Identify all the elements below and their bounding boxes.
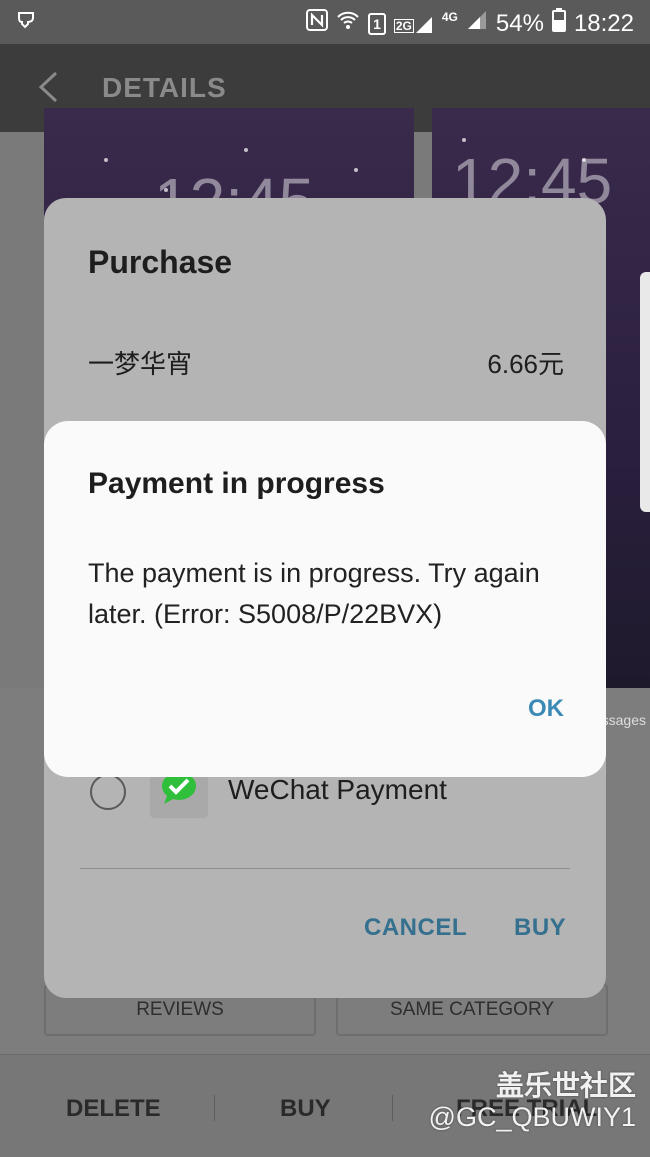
dialog-divider [80, 868, 570, 869]
wechat-payment-label: WeChat Payment [228, 774, 447, 805]
nfc-icon [306, 9, 329, 38]
edge-panel-handle[interactable] [640, 272, 650, 512]
item-price: 6.66元 [487, 349, 564, 379]
battery-percent: 54% [495, 9, 544, 37]
sim-slot-badge: 1 [368, 12, 386, 35]
ok-button[interactable]: OK [528, 695, 564, 723]
divider [392, 1095, 393, 1121]
watermark-user: @GC_QBUWIY1 [428, 1102, 636, 1132]
divider [214, 1095, 215, 1121]
delete-button[interactable]: DELETE [66, 1095, 161, 1123]
watermark-community: 盖乐世社区 [495, 1070, 636, 1101]
status-bar: 1 2G 4G 54% 18:22 [0, 0, 650, 44]
network-4g-label: 4G [441, 10, 458, 24]
battery-icon [551, 8, 566, 39]
alert-title: Payment in progress [88, 467, 385, 500]
wifi-icon [336, 9, 360, 38]
signal-2g-icon: 2G [393, 13, 434, 35]
page-title: DETAILS [102, 72, 227, 103]
signal-icon [466, 9, 488, 38]
messages-app-label: ssages [601, 712, 646, 728]
cancel-button[interactable]: CANCEL [364, 914, 467, 942]
wechat-radio-button[interactable] [90, 774, 126, 810]
back-arrow-icon[interactable] [36, 70, 60, 109]
purchase-title: Purchase [88, 244, 233, 280]
bottom-buy-button[interactable]: BUY [280, 1095, 331, 1123]
notification-icon [14, 10, 38, 39]
payment-alert-dialog: Payment in progress The payment is in pr… [44, 421, 606, 777]
item-name: 一梦华宵 [88, 349, 193, 379]
alert-message: The payment is in progress. Try again la… [88, 558, 540, 629]
buy-button[interactable]: BUY [514, 914, 566, 942]
clock-time: 18:22 [573, 9, 634, 37]
